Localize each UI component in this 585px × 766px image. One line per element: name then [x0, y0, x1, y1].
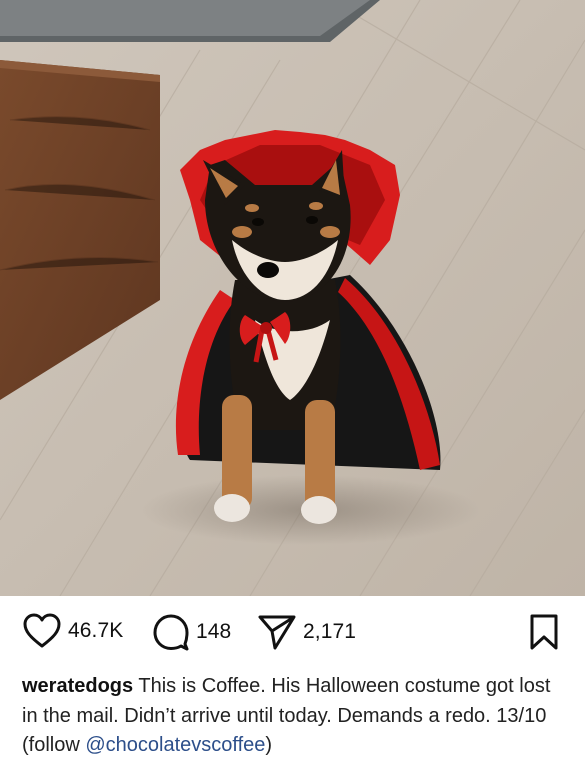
like-button[interactable]: 46.7K	[22, 613, 123, 649]
share-count: 2,171	[303, 620, 357, 643]
like-count: 46.7K	[68, 619, 124, 642]
post-actions-bar: 46.7K 148 2,171	[0, 607, 585, 661]
caption-mention-link[interactable]: @chocolatevscoffee	[85, 734, 265, 756]
comment-bubble-icon[interactable]	[152, 613, 190, 651]
caption-username[interactable]: weratedogs	[22, 675, 133, 697]
share-button[interactable]: 2,171	[257, 613, 356, 651]
post-caption: weratedogs This is Coffee. His Halloween…	[22, 672, 570, 761]
caption-closing: )	[265, 734, 273, 756]
comment-button[interactable]: 148	[152, 613, 231, 651]
comment-count: 148	[196, 620, 232, 643]
send-icon[interactable]	[257, 613, 297, 651]
save-button[interactable]	[528, 613, 560, 651]
bookmark-icon[interactable]	[528, 613, 560, 651]
post-image[interactable]	[0, 0, 585, 596]
heart-icon[interactable]	[22, 613, 62, 649]
